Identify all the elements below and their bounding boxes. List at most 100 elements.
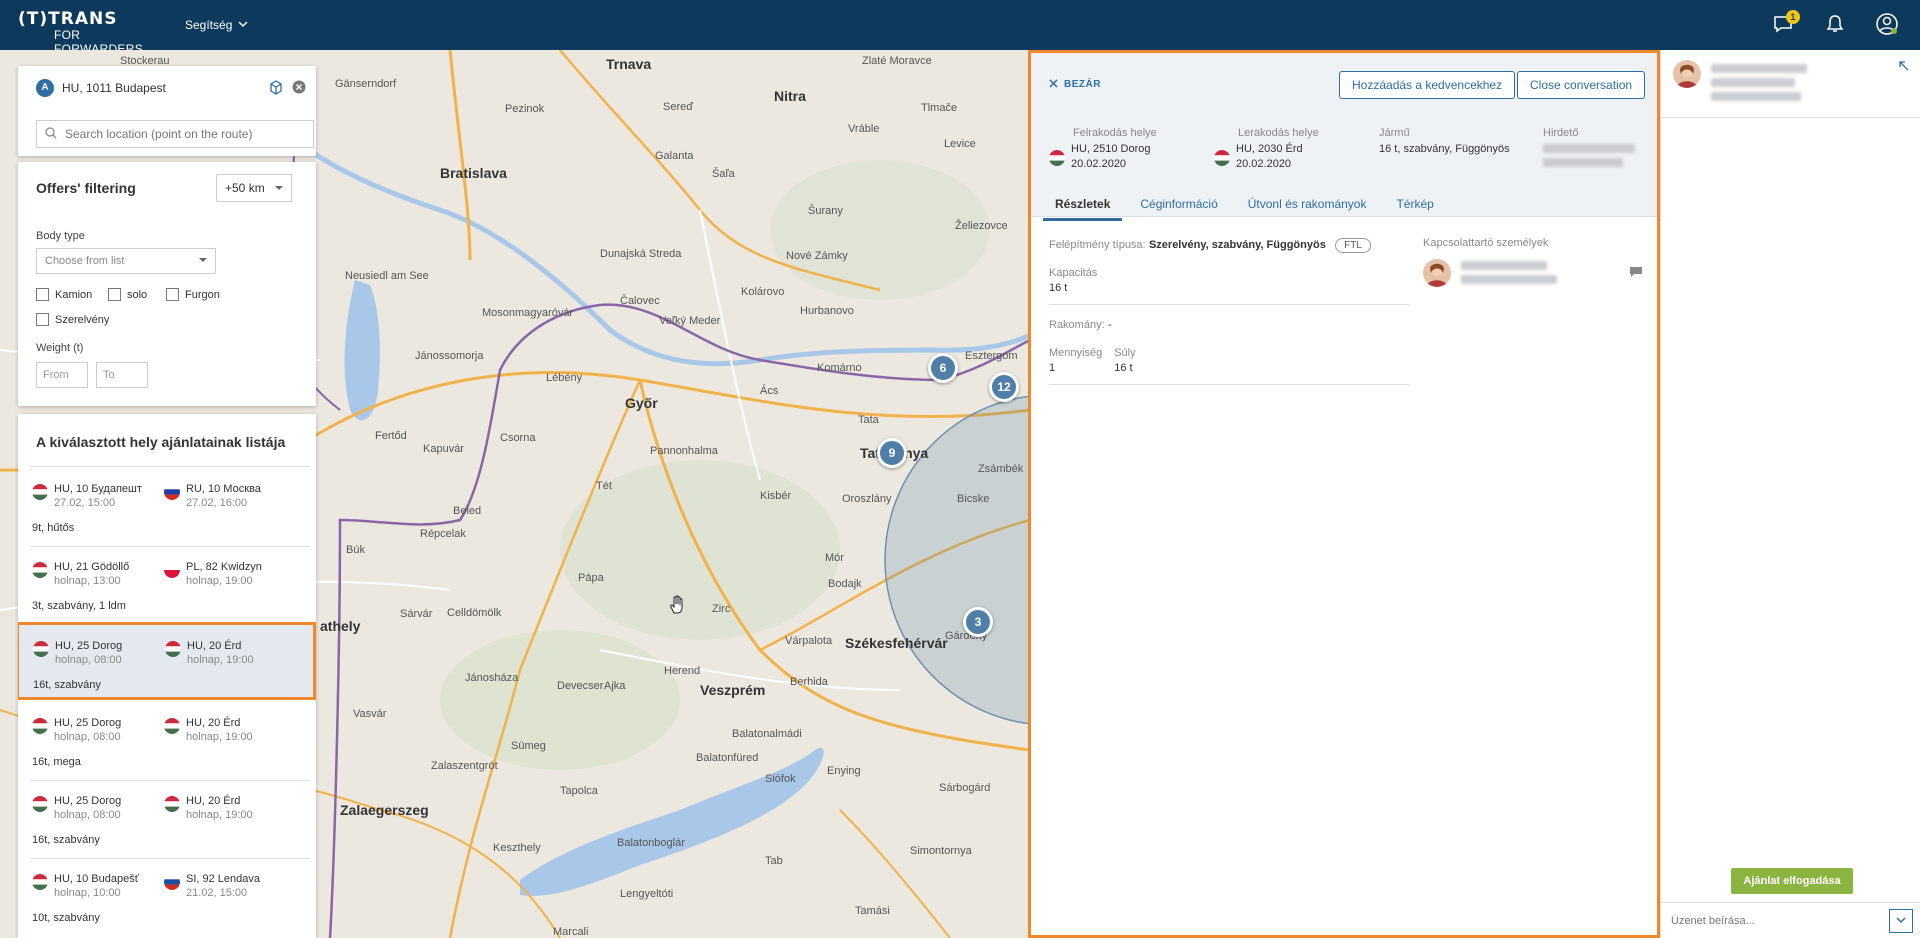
advertiser-company-blurred [1543, 158, 1623, 167]
tab-company-info[interactable]: Céginformáció [1128, 193, 1229, 221]
offer-list-item[interactable]: HU, 10 Будапешт 27.02, 15:00 RU, 10 Москва… [18, 468, 316, 546]
checkbox-solo[interactable]: solo [108, 288, 147, 301]
route-point-search-input[interactable] [65, 127, 305, 141]
cargo-value: - [1107, 319, 1112, 331]
hungary-flag-icon [1214, 150, 1230, 166]
city-label: Ajka [604, 680, 626, 692]
radius-value: +50 km [225, 181, 265, 195]
chat-message-input[interactable] [1661, 905, 1889, 936]
offer-origin: HU, 10 Budapešť holnap, 10:00 [32, 872, 139, 900]
hungary-flag-icon [32, 562, 48, 578]
selected-location[interactable]: HU, 1011 Budapest [62, 81, 260, 95]
logo[interactable]: (T)TRANS FOR FORWARDERS [18, 9, 168, 56]
offer-origin-place: HU, 10 Будапешт [54, 483, 142, 495]
map-cluster[interactable]: 3 [963, 607, 993, 637]
offer-origin-time: holnap, 13:00 [54, 575, 121, 587]
unloading-place: Lerakodás helye HU, 2030 Érd 20.02.2020 [1214, 127, 1319, 172]
city-label: Galanta [655, 150, 694, 162]
city-label: Bicske [957, 493, 990, 505]
bell-icon [1826, 14, 1844, 37]
city-label: Tapolca [560, 785, 598, 797]
checkbox-box[interactable] [166, 288, 179, 301]
city-label: Nové Zámky [786, 250, 848, 262]
checkbox-szerelveny[interactable]: Szerelvény [36, 313, 109, 326]
chat-options-button[interactable] [1889, 908, 1913, 933]
add-to-favorites-button[interactable]: Hozzáadás a kedvencekhez [1339, 71, 1516, 99]
checkbox-label: Szerelvény [55, 313, 110, 326]
offer-origin-place: HU, 10 Budapešť [54, 873, 139, 885]
hungary-flag-icon [32, 718, 48, 734]
offer-list-item[interactable]: HU, 10 Budapešť holnap, 10:00 SI, 92 Lenda… [18, 858, 316, 936]
weight-to-input[interactable]: To [96, 362, 148, 388]
tab-map[interactable]: Térkép [1384, 193, 1445, 221]
map-cluster[interactable]: 9 [877, 438, 907, 468]
city-label: Sárvár [400, 608, 433, 620]
checkbox-box[interactable] [36, 288, 49, 301]
city-label: Tlmače [921, 102, 958, 114]
top-bar: (T)TRANS FOR FORWARDERS Segítség 1 [0, 0, 1920, 56]
caret-down-icon [275, 181, 283, 195]
message-icon[interactable] [1629, 266, 1643, 281]
body-type-select[interactable]: Choose from list [36, 248, 216, 274]
city-label: Répcelak [420, 528, 466, 540]
offer-list-item[interactable]: HU, 21 Gödöllő holnap, 13:00 PL, 82 Kwidzy… [18, 546, 316, 624]
checkbox-label: Furgon [185, 288, 220, 301]
checkbox-box[interactable] [108, 288, 121, 301]
vehicle-value: 16 t, szabvány, Függönyös [1379, 143, 1510, 155]
logo-line1: (T)TRANS [18, 9, 118, 29]
map-cluster[interactable]: 12 [989, 372, 1019, 402]
close-detail-link[interactable]: BEZÁR [1049, 79, 1101, 91]
close-conversation-button[interactable]: Close conversation [1517, 71, 1646, 99]
offer-list-item[interactable]: HU, 25 Dorog holnap, 08:00 HU, 20 Érd holna… [18, 622, 316, 700]
location-marker-a: A [36, 79, 54, 97]
route-icon[interactable] [268, 79, 284, 98]
chat-header [1661, 50, 1920, 118]
loading-date: 20.02.2020 [1071, 158, 1127, 170]
city-label: Kisbér [760, 490, 792, 502]
chat-contact-company-blurred [1711, 78, 1795, 87]
city-label: Tét [596, 480, 612, 492]
notifications-button[interactable] [1822, 12, 1848, 38]
offer-list-item[interactable]: HU, 25 Dorog holnap, 08:00 HU, 20 Érd holna… [18, 702, 316, 780]
offer-description: 16t, szabvány [33, 679, 101, 691]
checkbox-box[interactable] [36, 313, 49, 326]
hungary-flag-icon [165, 641, 181, 657]
checkbox-label: Kamion [55, 288, 93, 301]
city-label: Herend [664, 665, 701, 677]
offer-destination: RU, 10 Москва 27.02, 16:00 [164, 482, 261, 510]
help-label: Segítség [185, 18, 233, 32]
city-label: Bratislava [440, 165, 507, 181]
city-label: Balatonalmádi [732, 728, 802, 740]
divider [1049, 384, 1409, 385]
offer-destination: HU, 20 Érd holnap, 19:00 [165, 639, 254, 667]
city-label: Sereď [663, 101, 693, 113]
city-label: Želiezovce [955, 220, 1008, 232]
city-label: Hurbanovo [800, 305, 854, 317]
offer-description: 16t, mega [32, 756, 81, 768]
offer-list-item[interactable]: HU, 25 Dorog holnap, 08:00 HU, 20 Érd holna… [18, 780, 316, 858]
checkbox-furgon[interactable]: Furgon [166, 288, 220, 301]
offer-origin-time: holnap, 10:00 [54, 887, 121, 899]
weight-from-input[interactable]: From [36, 362, 88, 388]
expand-icon[interactable] [1899, 60, 1909, 74]
city-label: Pápa [578, 572, 604, 584]
hungary-flag-icon [33, 641, 49, 657]
city-label: Zalaszentgrót [431, 760, 498, 772]
clear-location-icon[interactable] [292, 80, 306, 97]
detail-body: Felépítmény típusa: Szerelvény, szabvány… [1049, 229, 1409, 395]
accept-offer-button[interactable]: Ajánlat elfogadása [1731, 868, 1853, 894]
chat-button[interactable]: 1 [1770, 10, 1800, 38]
checkbox-kamion[interactable]: Kamion [36, 288, 92, 301]
tab-route-cargo[interactable]: Útvonl és rakományok [1236, 193, 1379, 221]
city-label: Balatonboglár [617, 837, 685, 849]
tab-details[interactable]: Részletek [1043, 193, 1123, 221]
city-label: Keszthely [493, 842, 541, 854]
map-cluster[interactable]: 6 [928, 353, 958, 383]
cargo-label: Rakomány: [1049, 319, 1105, 331]
offer-description: 9t, hűtős [32, 522, 75, 534]
profile-button[interactable] [1874, 12, 1900, 38]
help-menu[interactable]: Segítség [185, 18, 248, 32]
city-label: Marcali [553, 926, 589, 938]
offers-list-title: A kiválasztott hely ajánlatainak listája [36, 434, 286, 450]
radius-select[interactable]: +50 km [216, 174, 292, 202]
